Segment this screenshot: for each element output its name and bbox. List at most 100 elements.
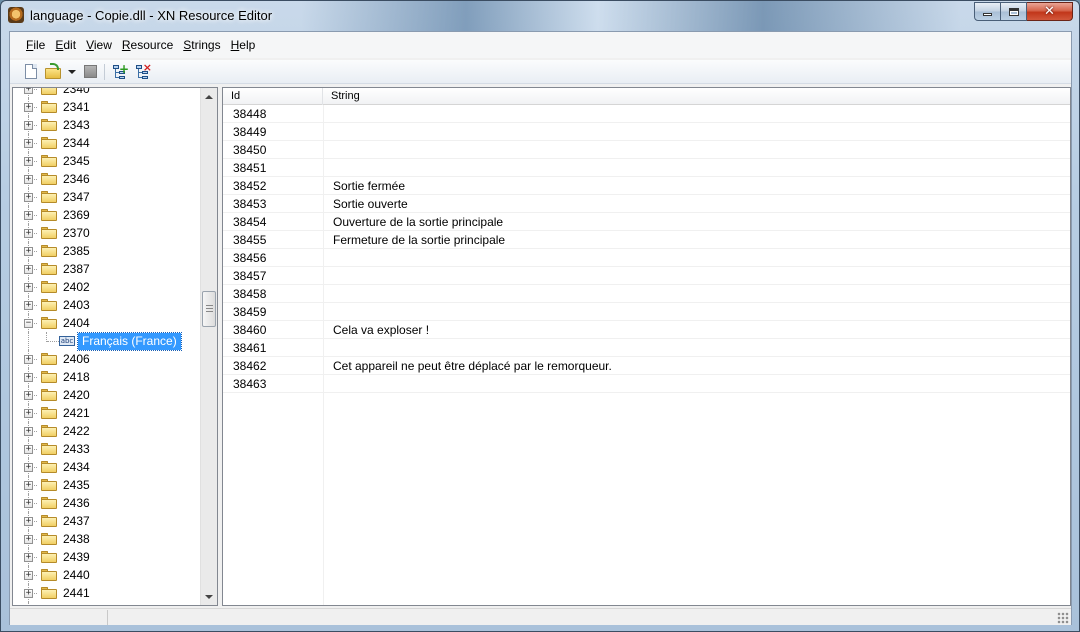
menu-file[interactable]: File bbox=[26, 38, 45, 52]
string-row[interactable]: 38448 bbox=[223, 105, 1070, 123]
tree-item[interactable]: +2441 bbox=[13, 584, 201, 602]
menu-strings[interactable]: Strings bbox=[183, 38, 220, 52]
expand-icon[interactable]: + bbox=[24, 391, 33, 400]
string-list[interactable]: Id String 38448 38449 38450 38451 38452 Sorti… bbox=[222, 87, 1071, 606]
expand-icon[interactable]: + bbox=[24, 88, 33, 94]
expand-icon[interactable]: + bbox=[24, 589, 33, 598]
new-button[interactable] bbox=[22, 63, 40, 81]
menu-help[interactable]: Help bbox=[231, 38, 256, 52]
string-row[interactable]: 38457 bbox=[223, 267, 1070, 285]
expand-icon[interactable]: + bbox=[24, 517, 33, 526]
tree-item[interactable]: − 2404 bbox=[13, 314, 201, 332]
scroll-up-button[interactable] bbox=[201, 88, 217, 105]
tree-item[interactable]: +2436 bbox=[13, 494, 201, 512]
resource-tree[interactable]: +2340 +2341 +2343 +2344 +2345 +2346 +2347 +2369… bbox=[12, 87, 218, 606]
string-row[interactable]: 38451 bbox=[223, 159, 1070, 177]
expand-icon[interactable]: + bbox=[24, 211, 33, 220]
expand-icon[interactable]: + bbox=[24, 283, 33, 292]
minimize-button[interactable] bbox=[974, 2, 1001, 21]
expand-icon[interactable]: + bbox=[24, 229, 33, 238]
tree-item[interactable]: +2421 bbox=[13, 404, 201, 422]
scroll-down-button[interactable] bbox=[201, 588, 217, 605]
tree-item[interactable]: +2422 bbox=[13, 422, 201, 440]
string-row[interactable]: 38454 Ouverture de la sortie principale bbox=[223, 213, 1070, 231]
string-row[interactable]: 38450 bbox=[223, 141, 1070, 159]
tree-item[interactable]: +2420 bbox=[13, 386, 201, 404]
expand-icon[interactable]: + bbox=[24, 247, 33, 256]
tree-item[interactable]: +2403 bbox=[13, 296, 201, 314]
delete-resource-button[interactable]: × bbox=[135, 61, 153, 81]
string-row[interactable]: 38461 bbox=[223, 339, 1070, 357]
column-header-string[interactable]: String bbox=[323, 88, 1070, 105]
tree-item[interactable]: +2406 bbox=[13, 350, 201, 368]
expand-icon[interactable]: + bbox=[24, 535, 33, 544]
expand-icon[interactable]: + bbox=[24, 175, 33, 184]
tree-item[interactable]: +2402 bbox=[13, 278, 201, 296]
tree-item[interactable]: +2440 bbox=[13, 566, 201, 584]
tree-scrollbar[interactable] bbox=[200, 88, 217, 605]
expand-icon[interactable]: + bbox=[24, 571, 33, 580]
stop-button[interactable] bbox=[82, 63, 100, 81]
scroll-thumb[interactable] bbox=[202, 291, 216, 327]
menu-resource[interactable]: Resource bbox=[122, 38, 173, 52]
expand-icon[interactable]: + bbox=[24, 265, 33, 274]
expand-icon[interactable]: + bbox=[24, 463, 33, 472]
close-button[interactable]: ✕ bbox=[1027, 2, 1073, 21]
tree-item[interactable]: +2343 bbox=[13, 116, 201, 134]
tree-item-selected[interactable]: abc Français (France) bbox=[13, 332, 201, 351]
tree-item[interactable]: +2439 bbox=[13, 548, 201, 566]
tree-item[interactable]: +2341 bbox=[13, 98, 201, 116]
expand-icon[interactable]: + bbox=[24, 139, 33, 148]
tree-item[interactable]: +2438 bbox=[13, 530, 201, 548]
expand-icon[interactable]: + bbox=[24, 157, 33, 166]
add-resource-button[interactable]: + bbox=[112, 62, 130, 81]
string-row[interactable]: 38449 bbox=[223, 123, 1070, 141]
title-bar[interactable]: language - Copie.dll - XN Resource Edito… bbox=[1, 1, 1079, 31]
open-button[interactable] bbox=[44, 63, 62, 81]
expand-icon[interactable]: + bbox=[24, 121, 33, 130]
tree-item[interactable]: +2340 bbox=[13, 88, 201, 98]
tree-item[interactable]: +2345 bbox=[13, 152, 201, 170]
string-row[interactable]: 38456 bbox=[223, 249, 1070, 267]
string-row[interactable]: 38452 Sortie fermée bbox=[223, 177, 1070, 195]
expand-icon[interactable]: + bbox=[24, 103, 33, 112]
expand-icon[interactable]: + bbox=[24, 355, 33, 364]
tree-item[interactable]: +2434 bbox=[13, 458, 201, 476]
resize-grip[interactable] bbox=[1057, 612, 1069, 624]
string-row[interactable]: 38455 Fermeture de la sortie principale bbox=[223, 231, 1070, 249]
string-row[interactable]: 38459 bbox=[223, 303, 1070, 321]
menu-edit[interactable]: Edit bbox=[55, 38, 76, 52]
column-header-id[interactable]: Id bbox=[223, 88, 323, 105]
tree-item[interactable]: +2435 bbox=[13, 476, 201, 494]
maximize-button[interactable] bbox=[1001, 2, 1027, 21]
expand-icon[interactable]: + bbox=[24, 193, 33, 202]
string-row[interactable]: 38453 Sortie ouverte bbox=[223, 195, 1070, 213]
tree-item[interactable]: +2418 bbox=[13, 368, 201, 386]
collapse-icon[interactable]: − bbox=[24, 319, 33, 328]
expand-icon[interactable]: + bbox=[24, 553, 33, 562]
string-row[interactable]: 38460 Cela va exploser ! bbox=[223, 321, 1070, 339]
tree-item[interactable]: +2442 bbox=[13, 602, 201, 605]
tree-item[interactable]: +2387 bbox=[13, 260, 201, 278]
tree-item[interactable]: +2385 bbox=[13, 242, 201, 260]
app-icon[interactable] bbox=[8, 7, 24, 23]
tree-item[interactable]: +2437 bbox=[13, 512, 201, 530]
tree-item[interactable]: +2370 bbox=[13, 224, 201, 242]
string-row[interactable]: 38462 Cet appareil ne peut être déplacé p… bbox=[223, 357, 1070, 375]
menu-view[interactable]: View bbox=[86, 38, 112, 52]
expand-icon[interactable]: + bbox=[24, 373, 33, 382]
expand-icon[interactable]: + bbox=[24, 445, 33, 454]
expand-icon[interactable]: + bbox=[24, 409, 33, 418]
expand-icon[interactable]: + bbox=[24, 301, 33, 310]
tree-item[interactable]: +2433 bbox=[13, 440, 201, 458]
expand-icon[interactable]: + bbox=[24, 481, 33, 490]
tree-item[interactable]: +2369 bbox=[13, 206, 201, 224]
tree-item[interactable]: +2347 bbox=[13, 188, 201, 206]
expand-icon[interactable]: + bbox=[24, 499, 33, 508]
expand-icon[interactable]: + bbox=[24, 427, 33, 436]
string-row[interactable]: 38458 bbox=[223, 285, 1070, 303]
string-row[interactable]: 38463 bbox=[223, 375, 1070, 393]
tree-item[interactable]: +2346 bbox=[13, 170, 201, 188]
open-dropdown-button[interactable] bbox=[67, 63, 77, 81]
tree-item[interactable]: +2344 bbox=[13, 134, 201, 152]
